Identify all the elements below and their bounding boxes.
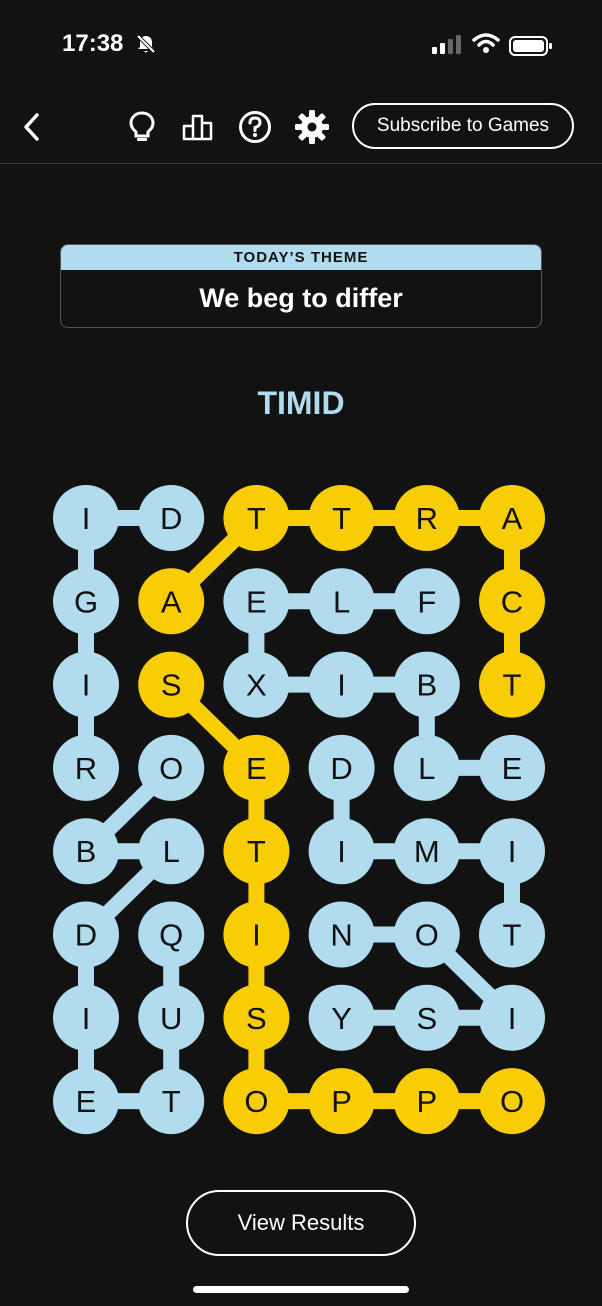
letter-text: R	[416, 501, 438, 536]
letter-text: T	[332, 501, 351, 536]
letter-board: I D T T R A G A E L F C I S X I B T R O E D L E B L T I M I D Q I N O T I U S Y…	[53, 485, 545, 1135]
letter-tile[interactable]: T	[223, 485, 290, 551]
letter-tile[interactable]: D	[53, 901, 119, 968]
letter-text: S	[416, 1001, 437, 1036]
letter-text: B	[76, 834, 97, 869]
letter-tile[interactable]: M	[393, 818, 460, 885]
letter-text: T	[503, 918, 522, 953]
letter-tile[interactable]: I	[308, 818, 375, 885]
letter-text: U	[160, 1001, 182, 1036]
letter-tile[interactable]: S	[393, 984, 460, 1051]
home-indicator	[193, 1286, 409, 1293]
letter-tile[interactable]: E	[223, 568, 290, 635]
letter-text: P	[331, 1084, 352, 1119]
letter-text: N	[330, 918, 352, 953]
letter-tile[interactable]: T	[223, 818, 290, 885]
letter-text: Y	[331, 1001, 352, 1036]
letter-tile[interactable]: I	[53, 651, 119, 718]
letter-tile[interactable]: B	[53, 818, 119, 885]
letter-text: S	[246, 1001, 267, 1036]
letter-text: I	[82, 501, 91, 536]
letter-text: I	[508, 1001, 517, 1036]
letter-tile[interactable]: G	[53, 568, 119, 635]
letter-text: I	[337, 834, 346, 869]
letter-text: E	[502, 751, 523, 786]
letter-text: T	[162, 1084, 181, 1119]
letter-tile[interactable]: P	[393, 1068, 460, 1135]
letter-text: T	[503, 668, 522, 703]
letter-tile[interactable]: O	[223, 1068, 290, 1135]
letter-tile[interactable]: E	[223, 734, 290, 801]
letter-tile[interactable]: E	[479, 734, 545, 801]
letter-tile[interactable]: L	[138, 818, 205, 885]
letter-tile[interactable]: F	[393, 568, 460, 635]
letter-text: I	[252, 918, 261, 953]
letter-tile[interactable]: S	[138, 651, 205, 718]
letter-tile[interactable]: E	[53, 1068, 119, 1135]
letter-text: I	[82, 1001, 91, 1036]
letter-text: X	[246, 668, 267, 703]
letter-text: L	[163, 834, 180, 869]
letter-text: L	[333, 584, 350, 619]
letter-text: E	[76, 1084, 97, 1119]
letter-text: L	[418, 751, 435, 786]
letter-tile[interactable]: U	[138, 984, 205, 1051]
letter-text: I	[508, 834, 517, 869]
letter-text: S	[161, 668, 182, 703]
view-results-button[interactable]: View Results	[186, 1190, 416, 1256]
letter-tile[interactable]: T	[479, 901, 545, 968]
letter-tile[interactable]: N	[308, 901, 375, 968]
letter-tile[interactable]: I	[479, 818, 545, 885]
letter-text: I	[337, 668, 346, 703]
letter-text: T	[247, 501, 266, 536]
letter-text: O	[159, 751, 183, 786]
letter-text: G	[74, 584, 98, 619]
letter-tile[interactable]: Q	[138, 901, 205, 968]
letter-text: R	[75, 751, 97, 786]
letter-tile[interactable]: I	[308, 651, 375, 718]
letter-tile[interactable]: D	[138, 485, 205, 551]
letter-tile[interactable]: R	[393, 485, 460, 551]
letter-text: D	[75, 918, 97, 953]
letter-text: D	[330, 751, 352, 786]
letter-tile[interactable]: O	[479, 1068, 545, 1135]
letter-tile[interactable]: A	[138, 568, 205, 635]
letter-tile[interactable]: I	[53, 984, 119, 1051]
letter-tile[interactable]: X	[223, 651, 290, 718]
letter-tile[interactable]: Y	[308, 984, 375, 1051]
letter-tile[interactable]: I	[223, 901, 290, 968]
letter-text: M	[414, 834, 440, 869]
letter-text: A	[161, 584, 182, 619]
letter-tile[interactable]: I	[53, 485, 119, 551]
letter-tile[interactable]: O	[393, 901, 460, 968]
letter-tile[interactable]: T	[138, 1068, 205, 1135]
letter-text: T	[247, 834, 266, 869]
letter-text: A	[502, 501, 523, 536]
letter-text: F	[417, 584, 436, 619]
letter-tile[interactable]: I	[479, 984, 545, 1051]
letter-text: O	[415, 918, 439, 953]
letter-text: C	[501, 584, 523, 619]
letter-text: P	[416, 1084, 437, 1119]
letter-tile[interactable]: A	[479, 485, 545, 551]
letter-text: B	[416, 668, 437, 703]
letter-tile[interactable]: B	[393, 651, 460, 718]
letter-tile[interactable]: L	[393, 734, 460, 801]
letter-tile[interactable]: O	[138, 734, 205, 801]
letter-tile[interactable]: C	[479, 568, 545, 635]
letter-text: D	[160, 501, 182, 536]
letter-tile[interactable]: S	[223, 984, 290, 1051]
letter-text: E	[246, 584, 267, 619]
letter-text: I	[82, 668, 91, 703]
letter-tile[interactable]: L	[308, 568, 375, 635]
letter-tile[interactable]: T	[308, 485, 375, 551]
letter-tile[interactable]: R	[53, 734, 119, 801]
letter-text: O	[500, 1084, 524, 1119]
letter-text: E	[246, 751, 267, 786]
letter-text: O	[244, 1084, 268, 1119]
letter-tile[interactable]: P	[308, 1068, 375, 1135]
letter-text: Q	[159, 918, 183, 953]
letter-tile[interactable]: T	[479, 651, 545, 718]
letter-tile[interactable]: D	[308, 734, 375, 801]
